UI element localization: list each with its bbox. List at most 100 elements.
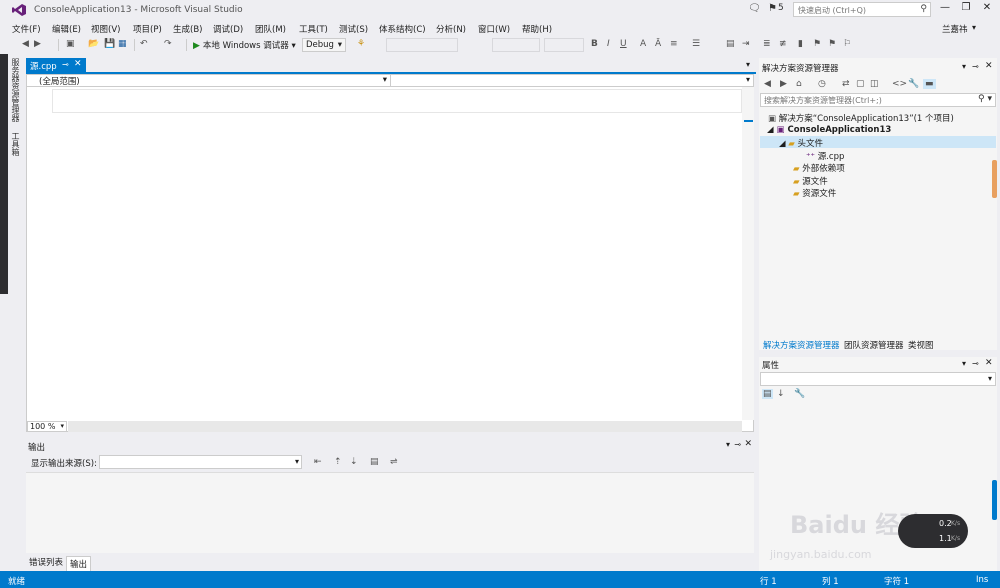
bookmark-icon[interactable]: ▮ — [798, 39, 803, 49]
align-icon[interactable]: ≡ — [670, 39, 678, 49]
output-text-area[interactable] — [26, 472, 754, 553]
editor-horizontal-scrollbar[interactable] — [68, 421, 742, 432]
menu-build[interactable]: 生成(B) — [173, 23, 202, 35]
zoom-select[interactable]: 100 % ▾ — [27, 421, 67, 432]
prev-bookmark-icon[interactable]: ⚑ — [813, 39, 821, 49]
properties-icon[interactable]: 🔧 — [908, 79, 919, 89]
sync-icon[interactable]: ⇄ — [842, 79, 850, 89]
home-icon[interactable]: ⌂ — [796, 79, 802, 89]
save-all-icon[interactable]: ▦ — [118, 39, 127, 49]
tab-team-explorer[interactable]: 团队资源管理器 — [844, 339, 904, 351]
pin-icon[interactable]: ⊸ — [734, 440, 741, 449]
clear-bookmarks-icon[interactable]: ⚐ — [843, 39, 851, 49]
back-icon[interactable]: ◀ — [764, 79, 771, 89]
tab-overflow-icon[interactable]: ▾ — [746, 60, 750, 69]
pending-changes-icon[interactable]: ◷ — [818, 79, 826, 89]
menu-edit[interactable]: 编辑(E) — [52, 23, 81, 35]
alphabetical-icon[interactable]: ↓ — [777, 389, 785, 399]
feedback-icon[interactable]: 🗨 — [748, 3, 761, 14]
font-name-select[interactable] — [386, 38, 458, 52]
comment-icon[interactable]: ≣ — [763, 39, 771, 49]
tree-item-source-cpp[interactable]: ⁺⁺ 源.cpp — [806, 150, 844, 162]
close-panel-icon[interactable]: ✕ — [985, 358, 993, 368]
tab-class-view[interactable]: 类视图 — [908, 339, 934, 351]
underline-icon[interactable]: U — [620, 39, 627, 49]
tree-item-project[interactable]: ◢ ▣ ConsoleApplication13 — [767, 125, 891, 135]
menu-tools[interactable]: 工具(T) — [299, 23, 328, 35]
new-project-icon[interactable]: ▣ — [66, 39, 75, 49]
restore-button[interactable]: ❐ — [957, 2, 975, 16]
minimize-button[interactable]: — — [936, 2, 954, 16]
panel-dropdown-icon[interactable]: ▾ — [726, 440, 730, 449]
clear-all-icon[interactable]: ▤ — [370, 457, 379, 467]
scope-dropdown[interactable]: (全局范围) ▾ — [27, 74, 391, 87]
menu-analyze[interactable]: 分析(N) — [436, 23, 466, 35]
pin-icon[interactable]: ⊸ — [62, 60, 69, 69]
start-debugging-button[interactable]: ▶ 本地 Windows 调试器 ▾ — [193, 39, 296, 51]
font-color-icon[interactable]: A — [640, 39, 646, 49]
pin-icon[interactable]: ⊸ — [972, 359, 979, 368]
next-message-icon[interactable]: ⇣ — [350, 457, 358, 467]
menu-architecture[interactable]: 体系结构(C) — [379, 23, 426, 35]
back-icon[interactable]: ◀ — [22, 39, 29, 49]
tree-item-header-files[interactable]: ◢ ▰ 头文件 — [779, 137, 823, 149]
word-wrap-icon[interactable]: ⇌ — [390, 457, 398, 467]
editor-vertical-scrollbar[interactable] — [742, 87, 754, 420]
menu-file[interactable]: 文件(F) — [12, 23, 41, 35]
notification-flag-icon[interactable]: ⚑ — [768, 3, 777, 14]
properties-object-select[interactable]: ▾ — [760, 372, 996, 386]
uncomment-icon[interactable]: ≢ — [779, 39, 787, 49]
forward-icon[interactable]: ▶ — [34, 39, 41, 49]
code-editor[interactable] — [26, 74, 754, 432]
highlight-icon[interactable]: Ā — [655, 39, 661, 49]
forward-icon[interactable]: ▶ — [780, 79, 787, 89]
panel-dropdown-icon[interactable]: ▾ — [962, 359, 966, 368]
redo-icon[interactable]: ↷ — [164, 39, 172, 49]
font-size-select[interactable] — [492, 38, 540, 52]
prev-message-icon[interactable]: ⇡ — [334, 457, 342, 467]
bold-icon[interactable]: B — [591, 39, 598, 49]
member-dropdown[interactable]: ▾ — [391, 74, 753, 87]
panel-dropdown-icon[interactable]: ▾ — [962, 62, 966, 71]
tree-item-external-deps[interactable]: ▰ 外部依赖项 — [793, 162, 845, 174]
menu-project[interactable]: 项目(P) — [133, 23, 162, 35]
menu-view[interactable]: 视图(V) — [91, 23, 120, 35]
find-message-icon[interactable]: ⇤ — [314, 457, 322, 467]
close-button[interactable]: ✕ — [978, 2, 996, 16]
toolbox-tab[interactable]: 工具箱 — [10, 132, 21, 156]
style-select[interactable] — [544, 38, 584, 52]
menu-test[interactable]: 测试(S) — [339, 23, 368, 35]
quick-launch-input[interactable]: 快速启动 (Ctrl+Q) ⚲ — [793, 2, 931, 17]
preview-icon[interactable]: ▬ — [923, 79, 936, 89]
view-code-icon[interactable]: <> — [892, 79, 907, 89]
tree-item-resource-files[interactable]: ▰ 资源文件 — [793, 187, 836, 199]
menu-team[interactable]: 团队(M) — [255, 23, 286, 35]
tab-solution-explorer[interactable]: 解决方案资源管理器 — [763, 339, 840, 351]
save-icon[interactable]: 💾 — [104, 39, 115, 49]
solution-explorer-search-input[interactable]: 搜索解决方案资源管理器(Ctrl+;) ⚲ ▾ — [760, 93, 996, 107]
menu-help[interactable]: 帮助(H) — [522, 23, 552, 35]
collapse-all-icon[interactable]: ▢ — [856, 79, 865, 89]
configuration-select[interactable]: Debug ▾ — [302, 38, 346, 52]
pin-icon[interactable]: ⊸ — [972, 62, 979, 71]
user-name[interactable]: 兰嘉祎 — [942, 23, 968, 35]
server-explorer-tab[interactable]: 服务器资源管理器 — [10, 58, 21, 122]
output-source-select[interactable]: ▾ — [99, 455, 302, 469]
close-tab-icon[interactable]: ✕ — [74, 59, 82, 69]
properties-scrollbar-thumb[interactable] — [992, 480, 997, 520]
menu-window[interactable]: 窗口(W) — [478, 23, 510, 35]
open-file-icon[interactable]: 📂 — [88, 39, 99, 49]
show-all-files-icon[interactable]: ◫ — [870, 79, 879, 89]
undo-icon[interactable]: ↶ — [140, 39, 148, 49]
indent-icon[interactable]: ⇥ — [742, 39, 750, 49]
categorized-icon[interactable]: ▤ — [762, 389, 773, 399]
close-panel-icon[interactable]: ✕ — [744, 439, 752, 449]
close-panel-icon[interactable]: ✕ — [985, 61, 993, 71]
find-in-files-icon[interactable]: ⚘ — [357, 39, 365, 49]
tab-output[interactable]: 输出 — [66, 556, 92, 572]
tree-item-source-files[interactable]: ▰ 源文件 — [793, 175, 828, 187]
menu-debug[interactable]: 调试(D) — [213, 23, 243, 35]
se-scrollbar-thumb[interactable] — [992, 160, 997, 198]
tree-item-solution[interactable]: ▣ 解决方案“ConsoleApplication13”(1 个项目) — [768, 112, 954, 124]
user-dropdown-icon[interactable]: ▾ — [972, 23, 976, 32]
